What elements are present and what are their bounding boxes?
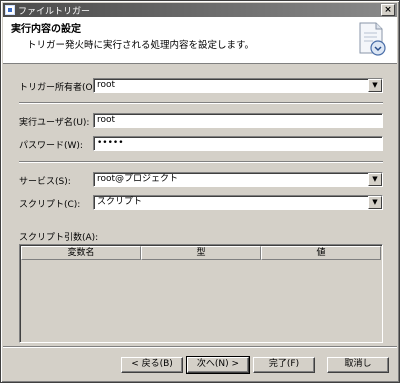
password-label: パスワード(W): (19, 141, 83, 151)
window-title: ファイルトリガー (18, 6, 91, 17)
close-button[interactable]: × (381, 4, 395, 16)
dropdown-arrow-icon[interactable]: ▼ (368, 79, 382, 92)
service-select[interactable]: root@プロジェクト ▼ (93, 172, 383, 187)
wizard-header: 実行内容の設定 トリガー発火時に実行される処理内容を設定します。 (3, 17, 397, 64)
separator (19, 161, 383, 163)
cancel-button[interactable]: 取消し (327, 357, 389, 373)
dropdown-arrow-icon[interactable]: ▼ (368, 173, 382, 186)
script-value: スクリプト (97, 197, 143, 207)
service-label: サービス(S): (19, 177, 71, 187)
separator (19, 102, 383, 104)
document-settings-icon (359, 22, 386, 56)
script-args-label: スクリプト引数(A): (19, 233, 99, 243)
title-bar: ファイルトリガー × (3, 3, 397, 17)
next-button[interactable]: 次へ(N) > (186, 356, 250, 374)
service-value: root@プロジェクト (97, 174, 179, 184)
dropdown-arrow-icon[interactable]: ▼ (368, 196, 382, 209)
footer-separator (3, 346, 397, 348)
owner-select[interactable]: root ▼ (93, 78, 383, 93)
page-title: 実行内容の設定 (11, 24, 81, 35)
script-args-table[interactable]: 変数名 型 値 (19, 244, 383, 343)
script-label: スクリプト(C): (19, 200, 81, 210)
table-header: 変数名 型 値 (21, 246, 381, 260)
password-value: ••••• (97, 138, 124, 148)
owner-label: トリガー所有者(O): (19, 83, 100, 93)
exec-user-input[interactable]: root (93, 113, 383, 128)
owner-value: root (97, 80, 116, 90)
column-header-type[interactable]: 型 (141, 246, 261, 260)
script-select[interactable]: スクリプト ▼ (93, 195, 383, 210)
password-input[interactable]: ••••• (93, 136, 383, 151)
app-icon (5, 5, 15, 15)
back-button[interactable]: < 戻る(B) (121, 357, 183, 373)
page-description: トリガー発火時に実行される処理内容を設定します。 (27, 40, 255, 51)
exec-user-value: root (97, 115, 116, 125)
exec-user-label: 実行ユーザ名(U): (19, 118, 90, 128)
column-header-value[interactable]: 値 (261, 246, 381, 260)
wizard-window: ファイルトリガー × 実行内容の設定 トリガー発火時に実行される処理内容を設定し… (0, 0, 400, 383)
column-header-variable-name[interactable]: 変数名 (21, 246, 141, 260)
finish-button[interactable]: 完了(F) (253, 357, 315, 373)
